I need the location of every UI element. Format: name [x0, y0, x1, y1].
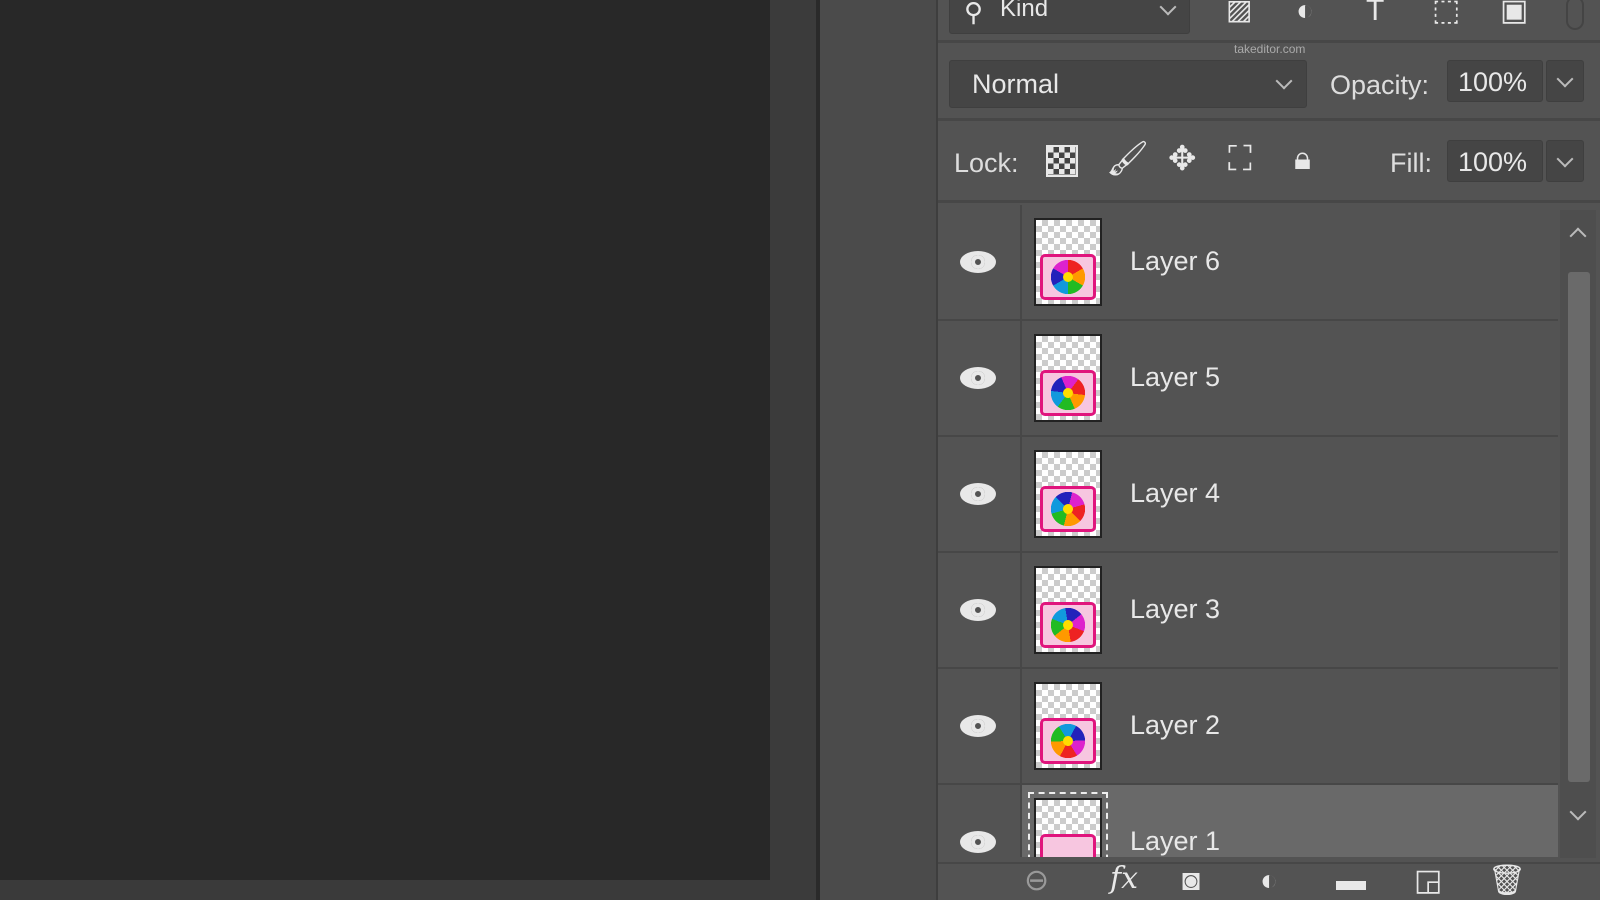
filter-pixel-icon[interactable]: ▨ — [1226, 0, 1252, 24]
layer-row[interactable]: Layer 4 — [938, 437, 1558, 553]
opacity-input[interactable]: 100% — [1447, 60, 1543, 102]
layer-thumbnail[interactable] — [1034, 566, 1102, 654]
layer-row-body[interactable]: Layer 5 — [1022, 321, 1558, 435]
blend-mode-dropdown[interactable]: Normal — [949, 60, 1307, 108]
layers-list: Layer 6 Layer 5 Layer 4 Layer 3 Layer 2 … — [938, 205, 1558, 857]
eye-icon[interactable] — [960, 599, 996, 621]
layer-row-body[interactable]: Layer 4 — [1022, 437, 1558, 551]
fill-input[interactable]: 100% — [1447, 140, 1543, 182]
lock-artboard-icon[interactable]: ⛶ — [1228, 142, 1252, 176]
delete-layer-trash-icon[interactable]: 🗑︎ — [1488, 866, 1526, 896]
layer-thumbnail[interactable] — [1034, 450, 1102, 538]
filter-shape-icon[interactable]: ⬚ — [1432, 0, 1460, 26]
chevron-down-icon — [1159, 0, 1177, 16]
new-layer-icon[interactable]: ◲ — [1414, 866, 1442, 896]
visibility-toggle[interactable] — [938, 205, 1022, 319]
eye-icon[interactable] — [960, 715, 996, 737]
eye-icon[interactable] — [960, 367, 996, 389]
visibility-toggle[interactable] — [938, 437, 1022, 551]
flower-image — [1039, 364, 1097, 422]
layer-row[interactable]: Layer 1 — [938, 785, 1558, 857]
filter-adjustment-icon[interactable]: ◐ — [1296, 0, 1314, 26]
flower-image — [1040, 713, 1096, 769]
add-layer-style-button[interactable]: fx — [1110, 864, 1138, 894]
layer-row-body[interactable]: Layer 2 — [1022, 669, 1558, 783]
chevron-down-icon — [1275, 72, 1293, 90]
eye-icon[interactable] — [960, 831, 996, 853]
filter-type-icon[interactable]: T — [1366, 0, 1384, 26]
thumbnail-frame — [1040, 713, 1096, 769]
visibility-toggle[interactable] — [938, 785, 1022, 857]
fill-value: 100% — [1458, 147, 1528, 177]
scroll-down-icon[interactable] — [1569, 803, 1587, 821]
layer-thumbnail[interactable] — [1028, 792, 1108, 857]
new-group-folder-icon[interactable]: ▬ — [1336, 866, 1366, 896]
layer-name: Layer 2 — [1130, 710, 1221, 740]
layer-thumbnail[interactable] — [1034, 218, 1102, 306]
scrollbar-thumb[interactable] — [1568, 272, 1590, 782]
layer-row[interactable]: Layer 6 — [938, 205, 1558, 321]
opacity-value: 100% — [1458, 67, 1528, 97]
filter-toggle[interactable] — [1566, 0, 1584, 30]
layer-name: Layer 5 — [1130, 362, 1221, 392]
eye-icon[interactable] — [960, 483, 996, 505]
eye-icon[interactable] — [960, 251, 996, 273]
visibility-toggle[interactable] — [938, 669, 1022, 783]
document-canvas[interactable] — [0, 0, 770, 880]
flower-image — [1043, 484, 1093, 534]
lock-image-pixels-brush-icon[interactable]: 🖌︎ — [1106, 142, 1149, 176]
collapsed-panel-dock — [820, 0, 936, 900]
lock-position-move-icon[interactable]: ✥ — [1168, 142, 1197, 176]
thumbnail-frame — [1040, 834, 1096, 857]
thumbnail-frame — [1040, 484, 1096, 534]
layer-name: Layer 6 — [1130, 246, 1221, 276]
opacity-dropdown-button[interactable] — [1546, 60, 1584, 102]
new-adjustment-layer-icon[interactable]: ◐ — [1260, 866, 1278, 896]
layer-row-body[interactable]: Layer 6 — [1022, 205, 1558, 319]
blend-mode-value: Normal — [972, 69, 1060, 99]
thumbnail-frame — [1039, 364, 1097, 422]
add-mask-icon[interactable]: ◙ — [1182, 866, 1200, 896]
scroll-up-icon[interactable] — [1569, 227, 1587, 245]
layer-row-body[interactable]: Layer 3 — [1022, 553, 1558, 667]
layer-thumbnail[interactable] — [1034, 682, 1102, 770]
horizontal-scrollbar[interactable] — [0, 880, 770, 900]
divider — [938, 200, 1600, 203]
filter-kind-dropdown[interactable]: ⚲ Kind — [949, 0, 1190, 34]
flower-image — [1048, 257, 1088, 297]
divider — [938, 118, 1600, 121]
thumbnail-frame — [1040, 599, 1096, 651]
search-icon: ⚲ — [964, 0, 984, 27]
link-layers-icon[interactable]: ⊖ — [1024, 866, 1049, 896]
lock-all-icon[interactable]: 🔒︎ — [1294, 142, 1311, 174]
canvas-gutter — [770, 0, 816, 900]
layer-row[interactable]: Layer 2 — [938, 669, 1558, 785]
chevron-down-icon — [1556, 150, 1574, 168]
layer-name: Layer 4 — [1130, 478, 1221, 508]
lock-label: Lock: — [954, 148, 1019, 178]
fill-label: Fill: — [1390, 148, 1432, 178]
chevron-down-icon — [1556, 70, 1574, 88]
layer-name: Layer 3 — [1130, 594, 1221, 624]
layers-panel: ⚲ Kind ▨ ◐ T ⬚ ▣ takeditor.com Normal Op… — [936, 0, 1600, 900]
layers-bottom-toolbar: ⊖ fx ◙ ◐ ▬ ◲ 🗑︎ — [938, 862, 1600, 900]
layer-row[interactable]: Layer 5 — [938, 321, 1558, 437]
filter-smart-object-icon[interactable]: ▣ — [1500, 0, 1528, 26]
layer-thumbnail[interactable] — [1034, 334, 1102, 422]
watermark: takeditor.com — [1234, 42, 1306, 56]
visibility-toggle[interactable] — [938, 553, 1022, 667]
layer-name: Layer 1 — [1130, 826, 1221, 856]
filter-kind-label: Kind — [1000, 0, 1049, 22]
layer-row-body[interactable]: Layer 1 — [1022, 785, 1558, 857]
flower-image — [1042, 599, 1094, 651]
opacity-label: Opacity: — [1330, 70, 1430, 100]
thumbnail-frame — [1040, 254, 1096, 300]
layers-scrollbar[interactable] — [1560, 210, 1596, 858]
visibility-toggle[interactable] — [938, 321, 1022, 435]
layer-row[interactable]: Layer 3 — [938, 553, 1558, 669]
lock-transparent-pixels-icon[interactable] — [1046, 145, 1078, 177]
fill-dropdown-button[interactable] — [1546, 140, 1584, 182]
